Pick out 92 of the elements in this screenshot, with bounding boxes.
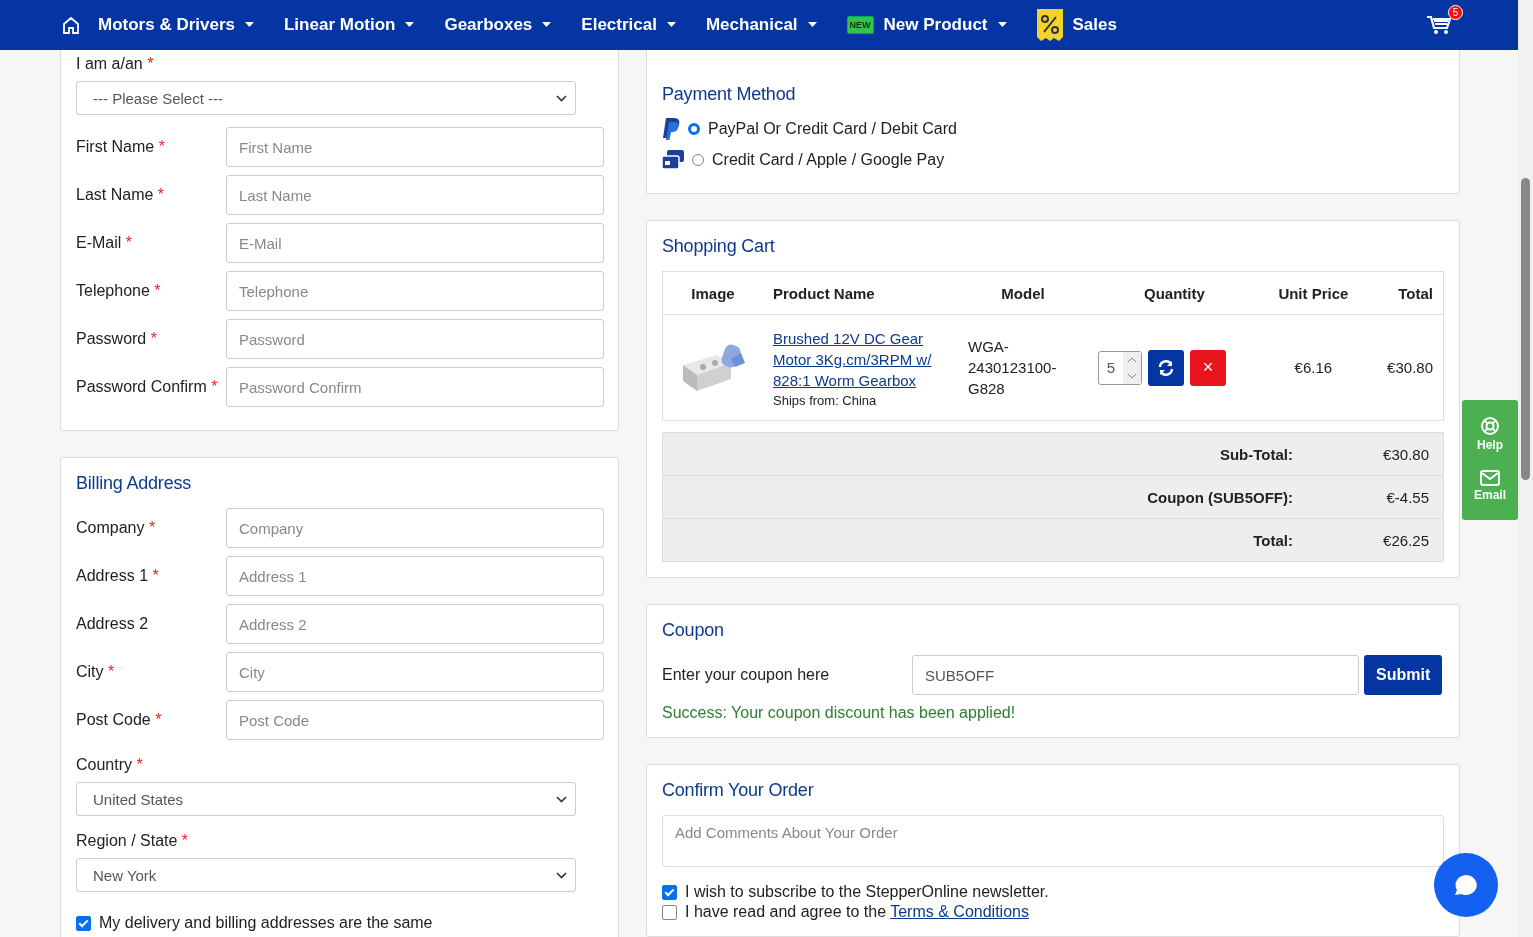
chevron-down-icon — [556, 795, 567, 803]
paypal-icon — [662, 117, 680, 140]
remove-button[interactable]: × — [1190, 349, 1226, 386]
radio-label: PayPal Or Credit Card / Debit Card — [708, 119, 957, 138]
chevron-down-icon — [556, 871, 567, 879]
input-field[interactable]: Password Confirm — [226, 367, 604, 407]
input-field[interactable]: City — [226, 652, 604, 692]
nav-item[interactable]: Electrical — [581, 15, 676, 35]
checkbox[interactable] — [662, 884, 677, 900]
model-text: WGA-2430123100-G828 — [968, 337, 1058, 399]
new-badge: NEW — [846, 16, 874, 34]
column-header: Unit Price — [1260, 271, 1366, 315]
ships-from-text: Ships from: China — [773, 392, 878, 408]
field-label: Address 1 * — [76, 567, 160, 585]
section-title: Shopping Cart — [662, 236, 776, 257]
section-title: Payment Method — [662, 84, 797, 105]
input-field[interactable]: First Name — [226, 127, 604, 167]
input-field[interactable]: Password — [226, 319, 604, 359]
cart-count-badge: 5 — [1448, 5, 1463, 20]
field-label: Address 2 — [76, 615, 150, 633]
nav-item[interactable]: Sales — [1036, 9, 1117, 41]
nav-item[interactable]: Gearboxes — [444, 15, 552, 35]
field-label: Telephone * — [76, 282, 162, 300]
section-title: Coupon — [662, 620, 725, 641]
field-label: Enter your coupon here — [662, 666, 831, 684]
total-label: Sub-Total: — [1218, 445, 1293, 463]
spinner-arrows-icon[interactable] — [1123, 351, 1141, 384]
column-header: Total — [1365, 271, 1444, 315]
input-field[interactable]: Last Name — [226, 175, 604, 215]
lifebuoy-icon — [1480, 416, 1500, 436]
field-label: Region / State * — [76, 832, 189, 849]
field-label: I am a/an * — [76, 55, 154, 72]
input-field[interactable]: E-Mail — [226, 223, 604, 263]
field-label: Password * — [76, 330, 158, 348]
chevron-down-icon — [556, 94, 567, 102]
radio-button[interactable] — [692, 153, 704, 166]
cart-icon[interactable] — [1427, 15, 1451, 35]
input-field[interactable]: Telephone — [226, 271, 604, 311]
field-label: City * — [76, 663, 116, 681]
section-title: Billing Address — [76, 473, 193, 494]
checkbox-label: My delivery and billing addresses are the same — [99, 914, 433, 932]
select-field[interactable]: New York — [76, 858, 576, 892]
refresh-icon — [1158, 359, 1174, 376]
scrollbar[interactable] — [1518, 0, 1533, 937]
price-text: €6.16 — [1294, 359, 1333, 376]
total-value: €30.80 — [1382, 445, 1430, 463]
envelope-icon — [1480, 470, 1500, 486]
section-title: Confirm Your Order — [662, 780, 815, 801]
radio-label: Credit Card / Apple / Google Pay — [712, 150, 945, 169]
nav-item[interactable]: Mechanical — [705, 15, 817, 35]
chat-bubble-icon — [1454, 874, 1478, 896]
nav-item[interactable]: NEW New Product — [846, 15, 1007, 35]
percent-tag-icon — [1036, 9, 1063, 41]
checkbox-label: I wish to subscribe to the StepperOnline newsletter. — [685, 883, 1049, 901]
field-label: Post Code * — [76, 711, 163, 729]
comment-field[interactable]: Add Comments About Your Order — [662, 815, 1444, 867]
field-label: First Name * — [76, 138, 166, 156]
success-message: Success: Your coupon discount has been applied! — [662, 704, 1017, 722]
total-value: €26.25 — [1382, 531, 1430, 549]
input-field[interactable]: Address 2 — [226, 604, 604, 644]
total-label: Total: — [1252, 531, 1293, 549]
input-field[interactable]: Post Code — [226, 700, 604, 740]
nav-item[interactable]: Linear Motion — [284, 15, 415, 35]
product-link[interactable]: Brushed 12V DC Gear Motor 3Kg.cm/3RPM w/ 828:1 Worm Gearbox — [773, 327, 948, 391]
field-label: Last Name * — [76, 186, 166, 204]
submit-button[interactable]: Submit — [1364, 655, 1443, 695]
radio-button[interactable] — [688, 122, 700, 135]
checkbox[interactable] — [76, 915, 91, 931]
field-label: E-Mail * — [76, 234, 134, 252]
total-value: €-4.55 — [1385, 488, 1430, 506]
coupon-field[interactable]: SUB5OFF — [912, 655, 1359, 695]
field-label: Country * — [76, 756, 143, 773]
checkbox-label: I have read and agree to the Terms & Conditions — [685, 903, 1029, 921]
checkbox[interactable] — [662, 904, 677, 920]
quantity-field[interactable]: 5 — [1098, 350, 1142, 385]
column-header: Quantity — [1088, 271, 1261, 315]
input-field[interactable]: Address 1 — [226, 556, 604, 596]
nav-item[interactable]: Motors & Drivers — [98, 15, 254, 35]
refresh-button[interactable] — [1148, 349, 1184, 386]
column-header: Product Name — [763, 271, 958, 315]
price-text: €30.80 — [1387, 359, 1433, 376]
card-icon — [662, 149, 684, 170]
home-icon[interactable] — [62, 16, 80, 34]
select-field[interactable]: --- Please Select --- — [76, 81, 576, 115]
field-label: Company * — [76, 519, 157, 537]
column-header: Image — [662, 271, 763, 315]
input-field[interactable]: Company — [226, 508, 604, 548]
terms-link[interactable]: Terms & Conditions — [890, 903, 1029, 920]
field-label: Password Confirm * — [76, 378, 219, 396]
column-header: Model — [958, 271, 1088, 315]
select-field[interactable]: United States — [76, 782, 576, 816]
total-label: Coupon (SUB5OFF): — [1146, 488, 1293, 506]
